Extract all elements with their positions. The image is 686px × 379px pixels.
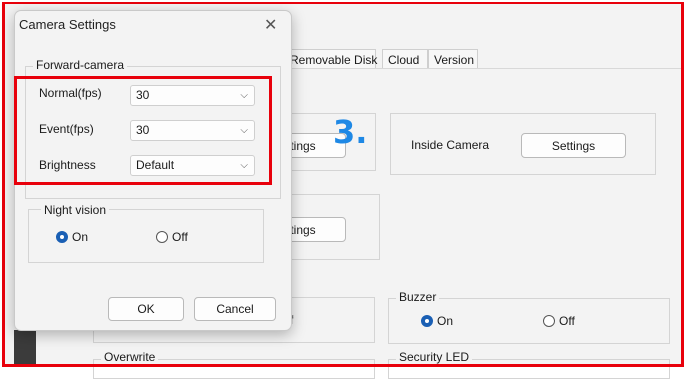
cancel-button[interactable]: Cancel: [194, 297, 276, 321]
security-led-legend: Security LED: [396, 350, 473, 364]
buzzer-legend: Buzzer: [396, 290, 440, 304]
tabs-divider: [282, 68, 682, 69]
night-vision-on-label: On: [72, 230, 89, 244]
buzzer-on-radio[interactable]: [421, 315, 433, 327]
tab-removable-disk[interactable]: Removable Disk: [284, 49, 377, 69]
buzzer-on-label: On: [437, 314, 454, 328]
forward-camera-legend: Forward-camera: [33, 58, 128, 72]
inside-camera-settings-button[interactable]: Settings: [521, 133, 626, 158]
close-icon[interactable]: ✕: [264, 15, 277, 35]
night-vision-legend: Night vision: [41, 203, 110, 217]
highlight-box: [14, 76, 272, 185]
dialog-title: Camera Settings: [19, 17, 116, 32]
left-panel: [14, 330, 36, 366]
buzzer-off-radio[interactable]: [543, 315, 555, 327]
overwrite-legend: Overwrite: [101, 350, 159, 364]
ok-button[interactable]: OK: [108, 297, 184, 321]
inside-camera-label: Inside Camera: [411, 138, 490, 152]
night-vision-off-radio[interactable]: [156, 231, 168, 243]
night-vision-off-label: Off: [172, 230, 188, 244]
buzzer-off-label: Off: [559, 314, 575, 328]
tab-cloud[interactable]: Cloud: [382, 49, 428, 69]
night-vision-on-radio[interactable]: [56, 231, 68, 243]
tab-version[interactable]: Version: [428, 49, 478, 69]
step-number-annotation: 3.: [333, 113, 368, 151]
